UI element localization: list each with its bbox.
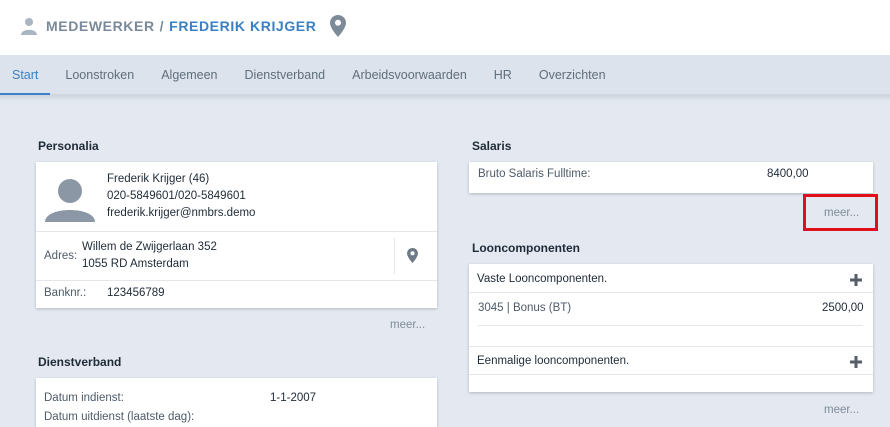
tab-arbeidsvoorwaarden[interactable]: Arbeidsvoorwaarden xyxy=(340,55,479,95)
tab-loonstroken[interactable]: Loonstroken xyxy=(53,55,146,95)
gross-salary-value: 8400,00 xyxy=(767,168,809,180)
dienstverband-heading: Dienstverband xyxy=(38,355,122,369)
person-icon xyxy=(21,18,37,35)
onetime-components-title: Eenmalige looncomponenten. xyxy=(477,355,630,367)
employee-phone: 020-5849601/020-5849601 xyxy=(107,190,246,202)
component-item-value: 2500,00 xyxy=(822,302,864,314)
divider xyxy=(469,374,873,375)
tab-bar-shadow xyxy=(0,95,890,101)
personalia-more-link[interactable]: meer... xyxy=(390,319,425,331)
map-pin-icon[interactable] xyxy=(407,248,418,263)
avatar xyxy=(45,179,95,222)
salaris-card: Bruto Salaris Fulltime: 8400,00 xyxy=(469,162,873,193)
divider xyxy=(478,325,863,326)
divider xyxy=(469,346,873,347)
looncomponenten-card: Vaste Looncomponenten. 3045 | Bonus (BT)… xyxy=(469,264,873,392)
tab-bar: Start Loonstroken Algemeen Dienstverband… xyxy=(0,55,890,95)
add-onetime-component-plus-icon[interactable] xyxy=(850,356,862,368)
location-pin-icon[interactable] xyxy=(330,15,347,37)
breadcrumb-separator: / xyxy=(159,18,165,34)
gross-salary-label: Bruto Salaris Fulltime: xyxy=(478,168,591,180)
tab-dienstverband[interactable]: Dienstverband xyxy=(233,55,338,95)
tab-start[interactable]: Start xyxy=(0,55,51,95)
dienstverband-card: Datum indienst: 1-1-2007 Datum uitdienst… xyxy=(36,378,437,427)
personalia-card: Frederik Krijger (46) 020-5849601/020-58… xyxy=(36,162,437,308)
tab-overzichten[interactable]: Overzichten xyxy=(527,55,618,95)
tab-hr[interactable]: HR xyxy=(482,55,524,95)
salaris-heading: Salaris xyxy=(472,139,512,153)
divider xyxy=(36,280,437,281)
breadcrumb-employee-name: FREDERIK KRIJGER xyxy=(169,18,317,34)
looncomponenten-heading: Looncomponenten xyxy=(472,241,580,255)
employee-email[interactable]: frederik.krijger@nmbrs.demo xyxy=(107,207,255,219)
component-item-label: 3045 | Bonus (BT) xyxy=(478,302,572,314)
fixed-components-title: Vaste Looncomponenten. xyxy=(477,273,608,285)
end-date-label: Datum uitdienst (laatste dag): xyxy=(44,411,195,423)
divider xyxy=(36,231,437,232)
looncomponenten-more-link[interactable]: meer... xyxy=(824,404,859,416)
bank-label: Banknr.: xyxy=(44,287,87,299)
bank-value: 123456789 xyxy=(107,287,165,299)
breadcrumb-section[interactable]: MEDEWERKER xyxy=(46,18,155,34)
address-label: Adres: xyxy=(44,250,78,262)
tab-algemeen[interactable]: Algemeen xyxy=(149,55,229,95)
employee-name-age: Frederik Krijger (46) xyxy=(107,173,210,185)
address-line-2: 1055 RD Amsterdam xyxy=(82,258,189,270)
page-header: MEDEWERKER / FREDERIK KRIJGER xyxy=(0,0,890,55)
start-date-label: Datum indienst: xyxy=(44,392,124,404)
divider xyxy=(394,238,395,274)
highlight-box xyxy=(803,194,878,231)
start-date-value: 1-1-2007 xyxy=(270,392,317,404)
divider xyxy=(469,292,873,293)
add-fixed-component-plus-icon[interactable] xyxy=(850,274,862,286)
address-line-1: Willem de Zwijgerlaan 352 xyxy=(82,241,217,253)
breadcrumb: MEDEWERKER / FREDERIK KRIJGER xyxy=(20,15,347,37)
personalia-heading: Personalia xyxy=(38,139,99,153)
